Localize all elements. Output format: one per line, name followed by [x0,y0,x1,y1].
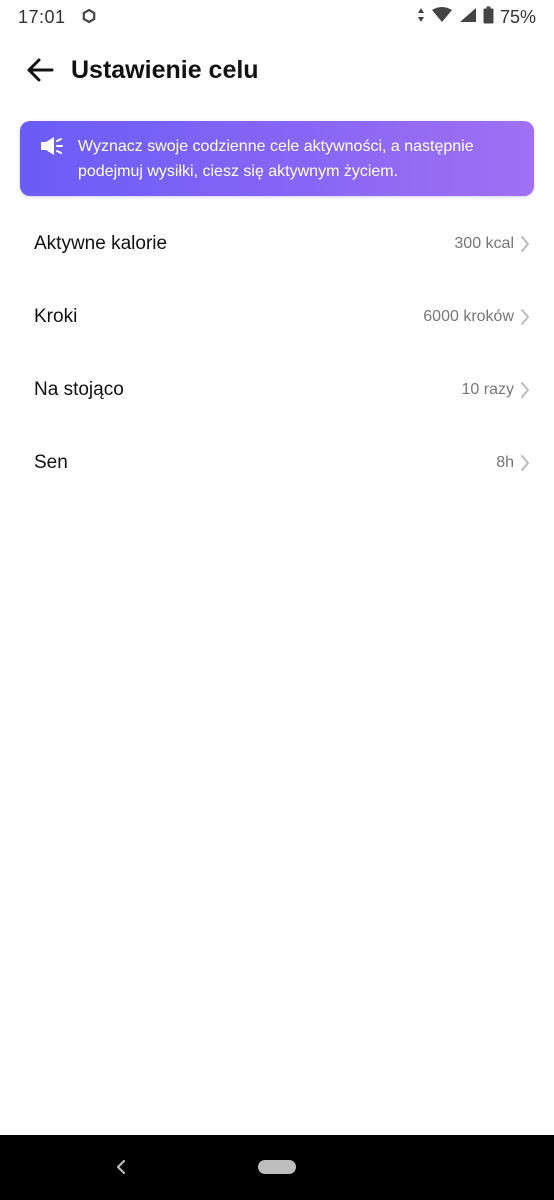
system-nav-bar [0,1135,554,1200]
arrow-left-icon [27,58,54,82]
info-banner: Wyznacz swoje codzienne cele aktywności,… [20,121,534,196]
megaphone-icon [40,136,64,158]
goal-label: Kroki [34,305,78,327]
header: Ustawienie celu [0,44,554,96]
settings-gear-icon [82,7,96,28]
goal-row-active-calories[interactable]: Aktywne kalorie 300 kcal [0,207,554,280]
goal-value: 8h [496,453,514,471]
chevron-right-icon [518,453,532,473]
goal-value: 10 razy [461,380,514,398]
status-bar: 17:01 75% [0,0,554,34]
chevron-right-icon [518,234,532,254]
goal-label: Sen [34,451,68,473]
status-time: 17:01 [18,6,66,27]
nav-back-icon [116,1159,126,1175]
battery-percentage: 75% [499,6,536,27]
goal-label: Aktywne kalorie [34,232,168,254]
screen: 17:01 75% Ustawienie celu Wyznacz swoje … [0,0,554,1200]
battery-icon [483,6,494,29]
wifi-icon [431,6,453,28]
goal-value: 6000 kroków [423,307,514,325]
status-left: 17:01 [18,7,96,28]
data-arrows-icon [417,7,425,28]
signal-icon [459,7,477,28]
chevron-right-icon [518,307,532,327]
banner-text: Wyznacz swoje codzienne cele aktywności,… [78,138,474,180]
goal-value: 300 kcal [454,234,514,252]
nav-back-button[interactable] [110,1155,132,1179]
goal-row-steps[interactable]: Kroki 6000 kroków [0,280,554,353]
status-right: 75% [417,6,536,29]
goal-list: Aktywne kalorie 300 kcal Kroki 6000 krok… [0,207,554,499]
chevron-right-icon [518,380,532,400]
goal-row-sleep[interactable]: Sen 8h [0,426,554,499]
goal-row-standing[interactable]: Na stojąco 10 razy [0,353,554,426]
home-pill-icon[interactable] [258,1160,296,1174]
goal-label: Na stojąco [34,378,124,400]
back-button[interactable] [20,50,60,90]
page-title: Ustawienie celu [71,55,259,84]
